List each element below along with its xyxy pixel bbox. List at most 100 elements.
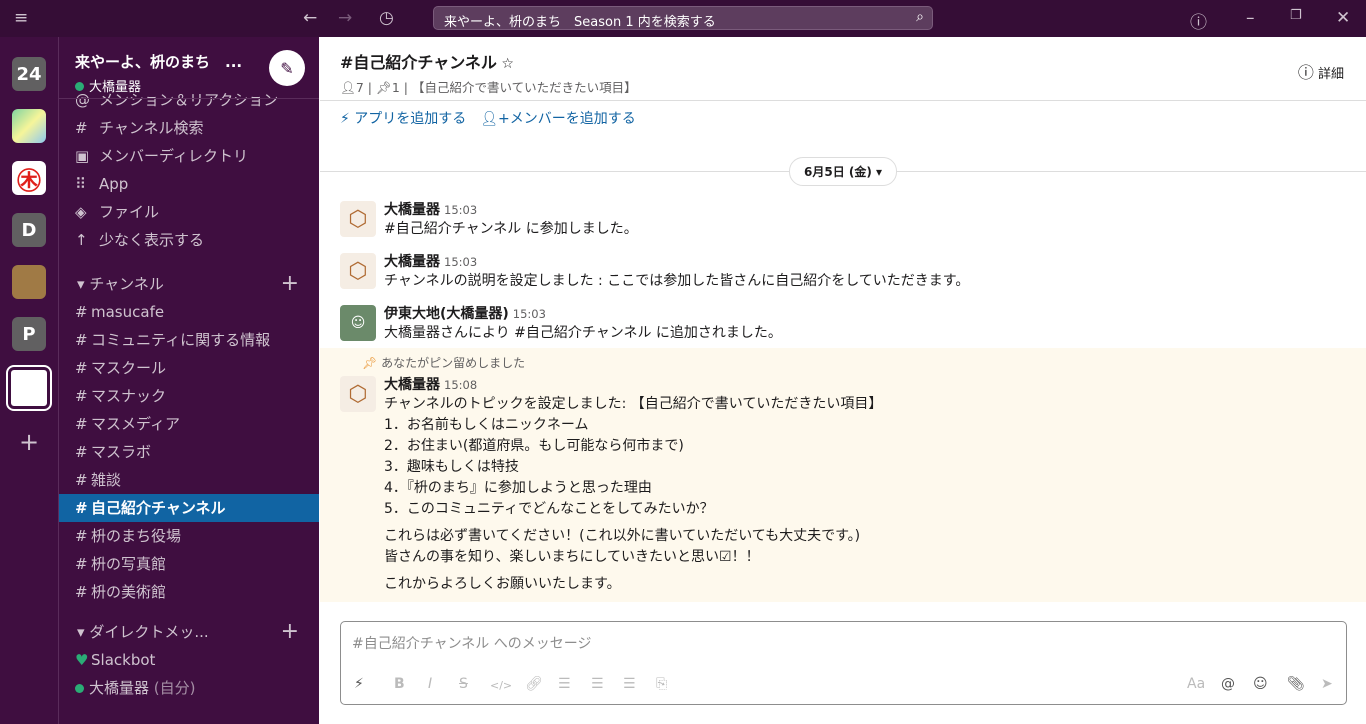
channel-label: マスラボ [91,443,152,461]
hash-icon: # [75,387,88,405]
channel-title[interactable]: #自己紹介チャンネル [340,53,497,72]
channel-item[interactable]: # マスナック [59,382,319,410]
star-icon[interactable]: ☆ [501,56,514,72]
dm-section[interactable]: ▾ ダイレクトメッ... + [59,618,319,646]
nav-directory[interactable]: ▣ メンバーディレクトリ [59,142,319,170]
channel-item[interactable]: # マスメディア [59,410,319,438]
members-icon[interactable]: 👤︎ [340,80,356,95]
add-channel-icon[interactable]: + [281,270,299,298]
channel-label: 枡の写真館 [91,555,167,573]
dm-slackbot[interactable]: ♥ Slackbot [59,646,319,674]
title-bar: ≡ ← → ◷ 来やーよ、枡のまち Season 1 内を検索する ⌕ ⓘ – ❐… [0,0,1366,37]
ordered-list-icon[interactable]: ☰ [558,676,571,692]
formatting-icon[interactable]: Aa [1187,676,1205,692]
channel-item[interactable]: # 自己紹介チャンネル [59,494,319,522]
nav-files[interactable]: ◈ ファイル [59,198,319,226]
channel-label: 雑談 [91,471,122,489]
channel-label: コミュニティに関する情報 [91,331,271,349]
dm-label: Slackbot [91,651,156,669]
history-icon[interactable]: ◷ [379,8,394,28]
timestamp[interactable]: 15:03 [444,255,477,269]
workspace-icon[interactable] [12,109,46,143]
timestamp[interactable]: 15:03 [444,203,477,217]
apps-icon: ⠿ [75,175,86,193]
add-member-link[interactable]: 👤︎+メンバーを追加する [480,111,636,127]
workspace-icon[interactable] [12,265,46,299]
workspace-24[interactable]: 24 [12,57,46,91]
author[interactable]: 大橋量器 [384,202,440,218]
channel-item[interactable]: # コミュニティに関する情報 [59,326,319,354]
back-icon[interactable]: ← [303,8,317,28]
member-count[interactable]: 7 [356,80,364,95]
hash-icon: # [75,443,88,461]
timestamp[interactable]: 15:08 [444,378,477,392]
minimize-icon[interactable]: – [1246,8,1255,28]
channel-item[interactable]: # 枡のまち役場 [59,522,319,550]
avatar[interactable]: ☺ [340,305,376,341]
message-text: 大橋量器さんにより #自己紹介チャンネル に追加されました。 [384,325,782,341]
add-dm-icon[interactable]: + [281,618,299,646]
channel-item[interactable]: # 枡の写真館 [59,550,319,578]
bullet-list-icon[interactable]: ☰ [591,676,604,692]
channel-item[interactable]: # 枡の美術館 [59,578,319,606]
search-text: 来やーよ、枡のまち Season 1 内を検索する [444,15,716,30]
avatar[interactable]: ⬡ [340,376,376,412]
indent-icon[interactable]: ☰ [623,676,636,692]
message-line: 3．趣味もしくは特技 [384,459,519,475]
send-icon[interactable]: ➤ [1321,676,1333,692]
caret-down-icon: ▾ [77,275,90,293]
channel-label: masucafe [91,303,165,321]
message-composer[interactable]: #自己紹介チャンネル へのメッセージ ⚡︎ B I S </> 🔗︎ ☰ ☰ ☰… [340,621,1347,705]
details-button[interactable]: ⓘ 詳細 [1298,59,1344,83]
mention-icon[interactable]: @ [1221,676,1235,692]
workspace-rail: 24 ㊍ D P + [0,37,59,724]
link-icon[interactable]: 🔗︎ [525,676,543,692]
author[interactable]: 大橋量器 [384,377,440,393]
attach-icon[interactable]: 📎︎ [1287,676,1305,692]
code-icon[interactable]: </> [490,679,512,692]
workspace-icon[interactable]: ㊍ [12,161,46,195]
workspace-current[interactable] [8,367,50,409]
channel-item[interactable]: # 雑談 [59,466,319,494]
channels-section[interactable]: ▾ チャンネル + [59,270,319,298]
author[interactable]: 大橋量器 [384,254,440,270]
emoji-icon[interactable]: ☺ [1253,676,1268,692]
nav-show-less[interactable]: ↑ 少なく表示する [59,226,319,254]
code-block-icon[interactable]: ⎘ [656,676,667,692]
nav-apps[interactable]: ⠿ App [59,170,319,198]
avatar[interactable]: ⬡ [340,253,376,289]
user-name: 大橋量器 [89,80,142,95]
add-app-link[interactable]: ⚡︎ アプリを追加する [340,111,466,127]
workspace-p[interactable]: P [12,317,46,351]
date-pill[interactable]: 6月5日 (金) ▾ [789,157,898,186]
message-line: チャンネルのトピックを設定しました: 【自己紹介で書いていただきたい項目】 [384,396,883,412]
hash-icon: # [75,555,88,573]
dm-self[interactable]: 大橋量器 (自分) [59,674,319,702]
search-input[interactable]: 来やーよ、枡のまち Season 1 内を検索する ⌕ [433,6,933,30]
timestamp[interactable]: 15:03 [513,307,546,321]
strike-icon[interactable]: S [459,676,468,692]
avatar[interactable]: ⬡ [340,201,376,237]
channel-item[interactable]: # masucafe [59,298,319,326]
italic-icon[interactable]: I [428,676,432,692]
self-label: (自分) [153,679,196,697]
message: ☺ 伊東大地(大橋量器) 15:03 大橋量器さんにより #自己紹介チャンネル に追加… [340,303,1360,344]
restore-icon[interactable]: ❐ [1290,8,1302,23]
workspace-d[interactable]: D [12,213,46,247]
channel-item[interactable]: # マスラボ [59,438,319,466]
pin-count[interactable]: 1 [392,80,400,95]
menu-icon[interactable]: ≡ [14,8,28,28]
hash-icon: # [75,359,88,377]
add-workspace-icon[interactable]: + [12,425,46,459]
channel-item[interactable]: # マスクール [59,354,319,382]
hash-icon: # [75,303,88,321]
forward-icon[interactable]: → [338,8,352,28]
nav-channel-search[interactable]: # チャンネル検索 [59,114,319,142]
directory-icon: ▣ [75,147,90,165]
compose-button[interactable]: ✎ [269,50,305,86]
help-icon[interactable]: ⓘ [1190,8,1207,33]
shortcuts-icon[interactable]: ⚡︎ [354,676,364,692]
close-icon[interactable]: ✕ [1336,8,1350,28]
bold-icon[interactable]: B [394,676,405,692]
author[interactable]: 伊東大地(大橋量器) [384,306,509,322]
